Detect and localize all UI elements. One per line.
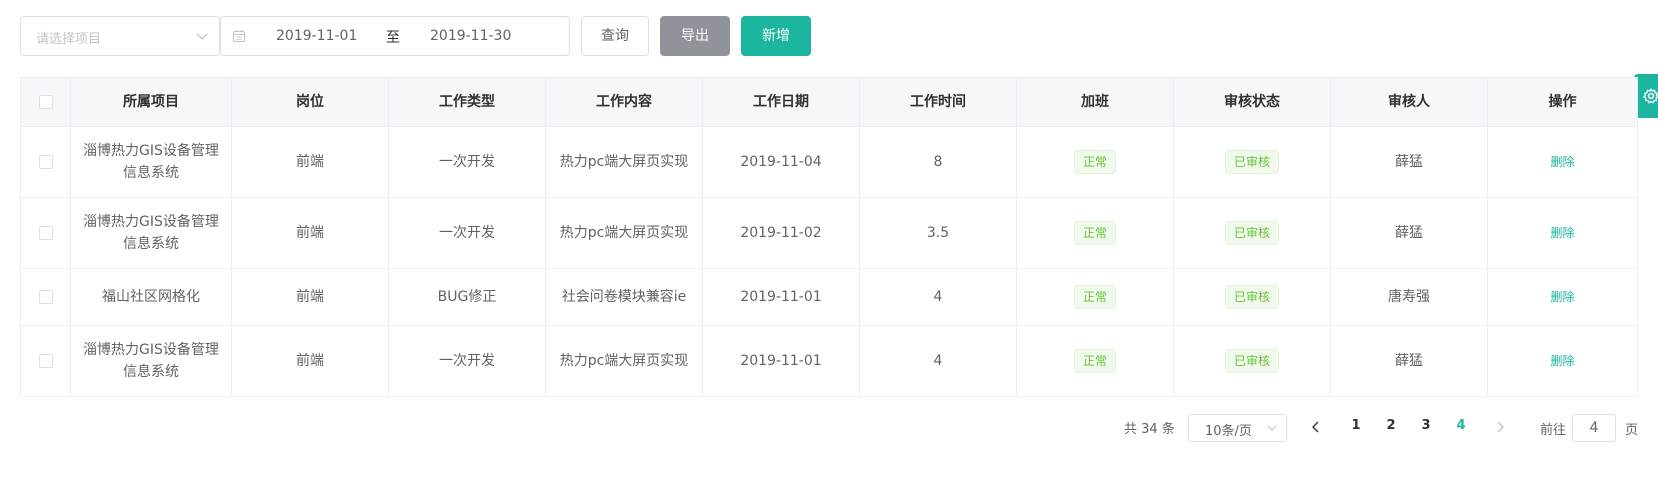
cell-date: 2019-11-04 [703, 127, 860, 197]
cell-project: 淄博热力GIS设备管理信息系统 [71, 326, 232, 396]
overtime-tag: 正常 [1073, 349, 1116, 373]
cell-hours: 8 [860, 127, 1017, 197]
table-header: 所属项目 岗位 工作类型 工作内容 工作日期 工作时间 加班 审核状态 审核人 … [21, 78, 1637, 127]
column-header-status: 审核状态 [1174, 78, 1331, 126]
column-header-position: 岗位 [232, 78, 389, 126]
cell-type: 一次开发 [389, 127, 546, 197]
row-checkbox[interactable] [38, 290, 53, 304]
delete-link[interactable]: 删除 [1550, 286, 1574, 308]
page-size-value: 10条/页 [1205, 424, 1252, 439]
cell-project: 淄博热力GIS设备管理信息系统 [71, 198, 232, 268]
cell-date: 2019-11-01 [703, 269, 860, 325]
project-select-placeholder: 请选择项目 [36, 32, 102, 47]
column-header-hours: 工作时间 [860, 78, 1017, 126]
delete-link[interactable]: 删除 [1550, 350, 1574, 372]
cell-reviewer: 唐寿强 [1331, 269, 1488, 325]
cell-hours: 3.5 [860, 198, 1017, 268]
column-header-date: 工作日期 [703, 78, 860, 126]
chevron-down-icon [1267, 425, 1277, 431]
status-badge: 已审核 [1224, 150, 1279, 174]
cell-project: 淄博热力GIS设备管理信息系统 [71, 127, 232, 197]
cell-reviewer: 薛猛 [1331, 127, 1488, 197]
column-header-overtime: 加班 [1017, 78, 1174, 126]
calendar-icon [232, 30, 246, 43]
chevron-right-icon[interactable] [1494, 420, 1506, 434]
goto-label: 前往 [1540, 423, 1567, 438]
page-size-select[interactable]: 10条/页 [1188, 414, 1287, 442]
page-2[interactable]: 2 [1377, 418, 1405, 433]
cell-position: 前端 [232, 198, 389, 268]
table-row: 淄博热力GIS设备管理信息系统 前端 一次开发 热力pc端大屏页实现 2019-… [21, 198, 1637, 269]
cell-reviewer: 薛猛 [1331, 326, 1488, 396]
cell-hours: 4 [860, 326, 1017, 396]
add-button[interactable]: 新增 [741, 16, 811, 56]
chevron-left-icon[interactable] [1310, 420, 1322, 434]
page-4[interactable]: 4 [1447, 418, 1475, 433]
row-checkbox[interactable] [38, 155, 53, 169]
date-end-input[interactable]: 2019-11-30 [430, 28, 511, 44]
column-header-reviewer: 审核人 [1331, 78, 1488, 126]
cell-position: 前端 [232, 326, 389, 396]
date-range-picker[interactable]: 2019-11-01 至 2019-11-30 [220, 16, 570, 56]
goto-page-input[interactable]: 4 [1572, 414, 1616, 442]
delete-link[interactable]: 删除 [1550, 151, 1574, 173]
project-select[interactable]: 请选择项目 [20, 16, 220, 56]
status-badge: 已审核 [1224, 221, 1279, 245]
worklog-table: 所属项目 岗位 工作类型 工作内容 工作日期 工作时间 加班 审核状态 审核人 … [20, 77, 1638, 397]
cell-hours: 4 [860, 269, 1017, 325]
cell-project: 福山社区网格化 [71, 269, 232, 325]
row-checkbox[interactable] [38, 226, 53, 240]
cell-reviewer: 薛猛 [1331, 198, 1488, 268]
column-header-project: 所属项目 [71, 78, 232, 126]
cell-type: 一次开发 [389, 326, 546, 396]
cell-content: 热力pc端大屏页实现 [546, 127, 703, 197]
export-button[interactable]: 导出 [660, 16, 730, 56]
cell-content: 热力pc端大屏页实现 [546, 198, 703, 268]
row-checkbox[interactable] [38, 354, 53, 368]
status-badge: 已审核 [1224, 349, 1279, 373]
gear-icon [1643, 88, 1658, 104]
delete-link[interactable]: 删除 [1550, 222, 1574, 244]
column-header-type: 工作类型 [389, 78, 546, 126]
cell-content: 热力pc端大屏页实现 [546, 326, 703, 396]
overtime-tag: 正常 [1073, 221, 1116, 245]
cell-date: 2019-11-02 [703, 198, 860, 268]
pagination-total: 共 34 条 [1124, 422, 1175, 437]
cell-position: 前端 [232, 127, 389, 197]
column-header-action: 操作 [1548, 94, 1577, 110]
cell-content: 社会问卷模块兼容ie [546, 269, 703, 325]
date-range-separator: 至 [386, 30, 400, 46]
table-row: 淄博热力GIS设备管理信息系统 前端 一次开发 热力pc端大屏页实现 2019-… [21, 127, 1637, 198]
status-badge: 已审核 [1224, 285, 1279, 309]
cell-type: BUG修正 [389, 269, 546, 325]
query-button[interactable]: 查询 [581, 16, 649, 56]
page-3[interactable]: 3 [1412, 418, 1440, 433]
cell-type: 一次开发 [389, 198, 546, 268]
page-1[interactable]: 1 [1342, 418, 1370, 433]
column-header-content: 工作内容 [546, 78, 703, 126]
select-all-checkbox[interactable] [38, 95, 53, 109]
chevron-down-icon [196, 33, 208, 40]
overtime-tag: 正常 [1073, 150, 1116, 174]
cell-date: 2019-11-01 [703, 326, 860, 396]
table-row: 淄博热力GIS设备管理信息系统 前端 一次开发 热力pc端大屏页实现 2019-… [21, 326, 1637, 397]
cell-position: 前端 [232, 269, 389, 325]
goto-suffix: 页 [1625, 423, 1639, 438]
date-start-input[interactable]: 2019-11-01 [276, 28, 357, 44]
table-row: 福山社区网格化 前端 BUG修正 社会问卷模块兼容ie 2019-11-01 4… [21, 269, 1637, 326]
overtime-tag: 正常 [1073, 285, 1116, 309]
